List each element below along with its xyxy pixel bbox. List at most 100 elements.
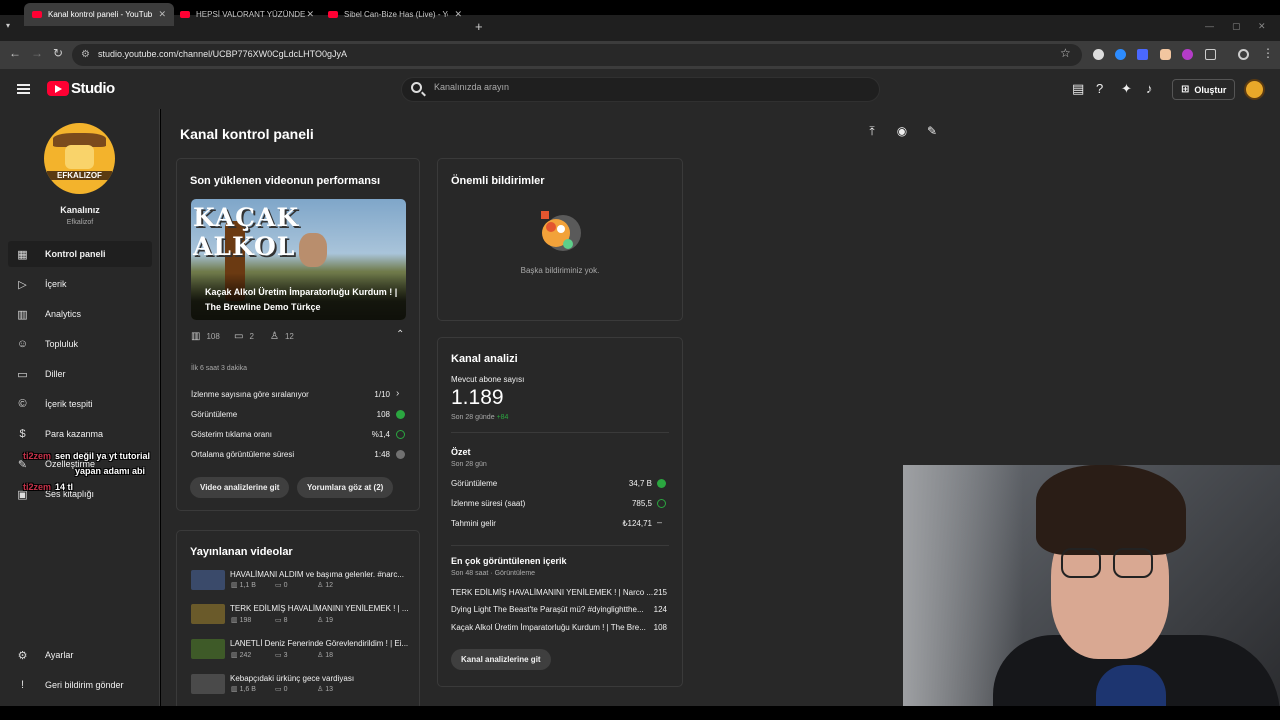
browser-tab-sibel[interactable]: Sibel Can-Bize Has (Live) - You ✕ bbox=[320, 3, 470, 26]
summary-views-label: Görüntüleme bbox=[451, 479, 498, 488]
youtube-logo-icon[interactable] bbox=[47, 81, 69, 96]
notifications-bell-icon[interactable]: ♪ bbox=[1146, 81, 1153, 96]
views-stat: ▥ 1,1 B bbox=[231, 582, 256, 589]
comments-stat: ▭ 0 bbox=[275, 686, 288, 693]
likes-stat: ♙ 19 bbox=[317, 617, 334, 624]
views-stat: ▥ 198 bbox=[231, 617, 252, 624]
search-input[interactable] bbox=[434, 82, 854, 92]
back-arrow-icon[interactable]: ← bbox=[9, 46, 21, 60]
check-circle-icon bbox=[396, 430, 405, 439]
channel-analytics-button[interactable]: Kanal analizlerine git bbox=[451, 649, 551, 670]
reload-icon[interactable]: ↻ bbox=[53, 46, 63, 60]
video-title[interactable]: Kebapçıdaki ürkünç gece vardiyası bbox=[230, 674, 354, 683]
thumbs-up-icon: ♙ bbox=[317, 617, 326, 624]
video-title[interactable]: LANETLİ Deniz Fenerinde Görevlendirildim… bbox=[230, 639, 408, 648]
create-button-label: Oluştur bbox=[1194, 84, 1227, 95]
chat-text: sen değil ya yt tutorial bbox=[55, 451, 151, 461]
profile-icon[interactable] bbox=[1238, 49, 1249, 60]
go-live-icon[interactable]: ◉ bbox=[892, 121, 912, 141]
minimize-icon[interactable]: — bbox=[1205, 21, 1214, 31]
extension-icon[interactable] bbox=[1160, 49, 1171, 60]
summary-views-value: 34,7 B bbox=[628, 479, 652, 488]
top-content-title-2[interactable]: Dying Light The Beast'te Paraşüt mü? #dy… bbox=[451, 605, 644, 614]
close-icon[interactable]: ✕ bbox=[454, 9, 462, 20]
community-icon: ☺ bbox=[16, 338, 29, 350]
glasses-icon bbox=[1113, 548, 1153, 578]
help-icon[interactable]: ? bbox=[1096, 81, 1103, 96]
sidebar-item-dashboard[interactable]: ▦ Kontrol paneli bbox=[8, 241, 152, 267]
browser-menu-icon[interactable]: ⋮ bbox=[1262, 46, 1274, 60]
window-close-icon[interactable]: ✕ bbox=[1258, 21, 1266, 32]
browser-tab-valorant[interactable]: HEPSİ VALORANT YÜZÜNDEN ✕ bbox=[172, 3, 322, 26]
avatar-logo-text: EFKALIZOF bbox=[47, 171, 112, 180]
create-video-icon: ⊞ bbox=[1181, 84, 1190, 95]
view-comments-button[interactable]: Yorumlara göz at (2) bbox=[297, 477, 394, 498]
create-button[interactable]: ⊞ Oluştur bbox=[1172, 79, 1236, 100]
create-post-icon[interactable]: ✎ bbox=[922, 121, 942, 141]
sidebar-item-analytics[interactable]: ▥ Analytics bbox=[8, 301, 152, 327]
close-icon[interactable]: ✕ bbox=[306, 9, 314, 20]
trend-up-icon bbox=[396, 410, 405, 419]
watch-time-label: İzlenme süresi (saat) bbox=[451, 499, 526, 508]
avg-duration-value: 1:48 bbox=[374, 450, 390, 459]
divider bbox=[451, 432, 669, 433]
account-avatar[interactable] bbox=[1244, 79, 1265, 100]
comment-icon: ▭ bbox=[234, 331, 244, 342]
menu-hamburger-icon[interactable] bbox=[17, 84, 30, 94]
sidebar-item-copyright[interactable]: © İçerik tespiti bbox=[8, 391, 152, 417]
rank-label[interactable]: İzlenme sayısına göre sıralanıyor bbox=[191, 390, 309, 399]
search-icon[interactable] bbox=[411, 82, 422, 93]
views-stat: ▥ 1,6 B bbox=[231, 686, 256, 693]
sidebar-item-community[interactable]: ☺ Topluluk bbox=[8, 331, 152, 357]
extension-icon[interactable] bbox=[1115, 49, 1126, 60]
likes-value: 12 bbox=[284, 332, 294, 341]
extension-icon[interactable] bbox=[1093, 49, 1104, 60]
chat-username: ti2zem bbox=[23, 451, 52, 461]
bookmark-star-icon[interactable]: ☆ bbox=[1060, 46, 1071, 60]
sidebar-item-languages[interactable]: ▭ Diller bbox=[8, 361, 152, 387]
comment-icon: ▭ bbox=[275, 582, 284, 589]
sidebar-item-earn[interactable]: $ Para kazanma bbox=[8, 421, 152, 447]
top-content-title-1[interactable]: TERK EDİLMİŞ HAVALİMANINI YENİLEMEK ! | … bbox=[451, 588, 653, 597]
sidebar-item-settings[interactable]: ⚙ Ayarlar bbox=[8, 642, 152, 668]
close-icon[interactable]: ✕ bbox=[158, 9, 166, 20]
likes-stat: ♙ 12 bbox=[270, 331, 294, 342]
extensions-puzzle-icon[interactable] bbox=[1205, 49, 1216, 60]
likes-stat: ♙ 18 bbox=[317, 652, 334, 659]
views-value: 108 bbox=[376, 410, 390, 419]
tab-search-icon[interactable]: ▾ bbox=[6, 21, 10, 30]
sparkle-icon[interactable]: ✦ bbox=[1121, 81, 1132, 97]
bottom-black-strip bbox=[0, 706, 1280, 720]
site-info-icon[interactable]: ⚙ bbox=[81, 49, 90, 60]
new-tab-plus-icon[interactable]: + bbox=[475, 19, 483, 34]
chevron-right-icon[interactable]: › bbox=[396, 388, 399, 399]
video-analytics-button[interactable]: Video analizlerine git bbox=[190, 477, 290, 498]
sidebar-item-content[interactable]: ▷ İçerik bbox=[8, 271, 152, 297]
subscribers-label: Mevcut abone sayısı bbox=[451, 375, 525, 384]
video-title[interactable]: TERK EDİLMİŞ HAVALİMANINI YENİLEMEK ! | … bbox=[230, 604, 409, 613]
channel-avatar[interactable]: EFKALIZOF bbox=[44, 123, 115, 194]
video-title[interactable]: Kaçak Alkol Üretim İmparatorluğu Kurdum … bbox=[205, 285, 405, 315]
ctr-label: Gösterim tıklama oranı bbox=[191, 430, 272, 439]
chevron-up-icon[interactable]: ⌃ bbox=[396, 329, 404, 340]
studio-logo-text[interactable]: Studio bbox=[71, 80, 115, 97]
empty-notifications-illustration-icon bbox=[541, 211, 581, 251]
forward-arrow-icon[interactable]: → bbox=[31, 46, 43, 60]
sidebar-item-label: Kontrol paneli bbox=[45, 249, 106, 259]
maximize-icon[interactable]: ▢ bbox=[1232, 21, 1241, 32]
views-stat: ▥ 242 bbox=[231, 652, 252, 659]
period-text: İlk 6 saat 3 dakika bbox=[191, 365, 248, 372]
extension-icon[interactable] bbox=[1182, 49, 1193, 60]
browser-tab-studio[interactable]: Kanal kontrol paneli - YouTube ✕ bbox=[24, 3, 174, 26]
card-title: Son yüklenen videonun performansı bbox=[190, 175, 381, 187]
upload-icon[interactable]: ⤒ bbox=[862, 121, 882, 141]
card-title: Kanal analizi bbox=[451, 353, 518, 365]
bar-chart-icon: ▥ bbox=[231, 617, 240, 624]
url-text[interactable]: studio.youtube.com/channel/UCBP776XW0CgL… bbox=[98, 49, 347, 59]
messages-icon[interactable]: ▤ bbox=[1072, 81, 1084, 97]
sidebar-item-feedback[interactable]: ! Geri bildirim gönder bbox=[8, 672, 152, 698]
video-title[interactable]: HAVALİMANI ALDIM ve başıma gelenler. #na… bbox=[230, 570, 404, 579]
extension-icon[interactable] bbox=[1137, 49, 1148, 60]
top-content-title-3[interactable]: Kaçak Alkol Üretim İmparatorluğu Kurdum … bbox=[451, 623, 646, 632]
feedback-icon: ! bbox=[20, 679, 25, 691]
